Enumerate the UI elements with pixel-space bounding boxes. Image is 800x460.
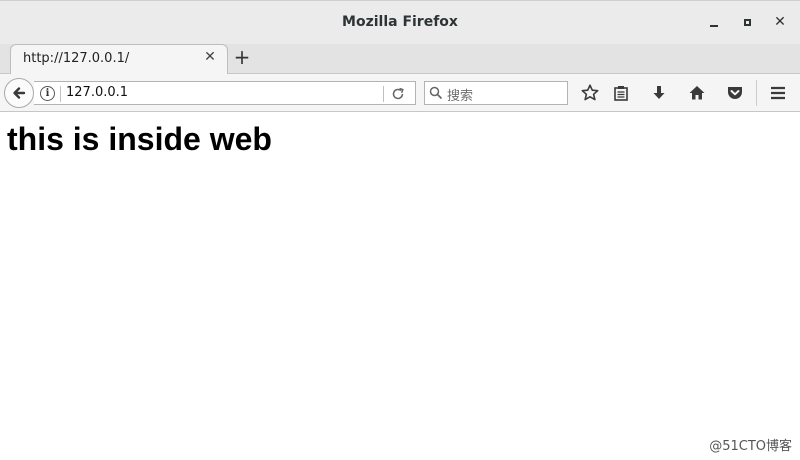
tab-active[interactable]: http://127.0.0.1/ ✕ [10, 44, 228, 74]
url-text[interactable]: 127.0.0.1 [66, 85, 128, 100]
close-icon: ✕ [774, 14, 786, 30]
window-title: Mozilla Firefox [342, 14, 458, 30]
home-icon[interactable] [687, 83, 707, 103]
reader-icon[interactable] [611, 83, 631, 103]
search-placeholder[interactable]: 搜索 [447, 85, 473, 104]
new-tab-button[interactable]: + [232, 47, 252, 67]
menu-icon[interactable] [768, 83, 788, 103]
watermark: @51CTO博客 [709, 439, 792, 454]
url-divider [60, 86, 61, 102]
tab-close-icon[interactable]: ✕ [202, 49, 218, 65]
star-icon[interactable] [580, 83, 600, 103]
pocket-icon[interactable] [725, 83, 745, 103]
url-divider [383, 86, 384, 102]
tab-strip: http://127.0.0.1/ ✕ + [0, 44, 800, 74]
minimize-button[interactable] [705, 13, 723, 31]
search-icon [429, 86, 443, 100]
tab-title: http://127.0.0.1/ [23, 51, 130, 66]
back-button[interactable] [4, 78, 34, 108]
reload-icon[interactable] [390, 86, 406, 102]
back-icon [13, 87, 26, 99]
minimize-icon [710, 25, 718, 27]
maximize-button[interactable] [738, 13, 756, 31]
info-icon[interactable]: i [40, 86, 55, 101]
title-bar: Mozilla Firefox ✕ [0, 0, 800, 44]
toolbar-divider [756, 80, 757, 106]
close-window-button[interactable]: ✕ [771, 13, 789, 31]
download-icon[interactable] [649, 83, 669, 103]
page-heading: this is inside web [7, 121, 272, 157]
url-bar[interactable]: i 127.0.0.1 [34, 81, 416, 105]
search-bar[interactable]: 搜索 [424, 81, 568, 105]
page-content: this is inside web @51CTO博客 [0, 113, 800, 460]
maximize-icon [743, 18, 751, 26]
nav-bar: i 127.0.0.1 搜索 [0, 74, 800, 112]
